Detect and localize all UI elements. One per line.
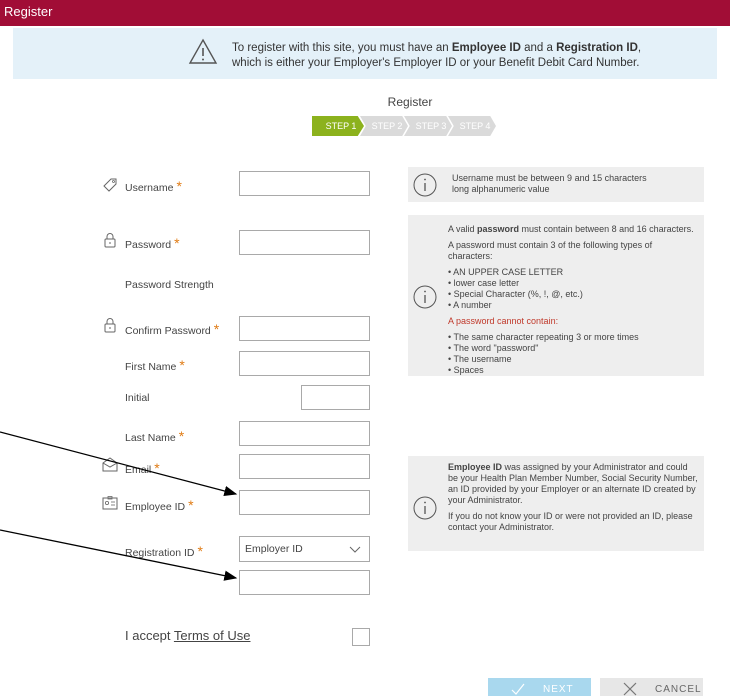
employee-id-info-box: Employee ID was assigned by your Adminis… bbox=[408, 456, 704, 551]
username-info-text: Username must be between 9 and 15 charac… bbox=[452, 173, 647, 194]
initial-input[interactable] bbox=[301, 385, 370, 410]
lock-icon bbox=[104, 233, 116, 248]
info-icon bbox=[413, 285, 437, 309]
checkmark-icon bbox=[511, 683, 525, 695]
info-icon bbox=[413, 496, 437, 520]
confirm-password-label: Confirm Password * bbox=[125, 321, 220, 337]
title-bar: Register bbox=[0, 0, 730, 26]
envelope-icon bbox=[102, 457, 118, 472]
tag-icon bbox=[103, 178, 117, 192]
password-rules: A valid password must contain between 8 … bbox=[448, 224, 698, 381]
list-item: A number bbox=[448, 300, 698, 311]
list-item: AN UPPER CASE LETTER bbox=[448, 267, 698, 278]
terms-of-use-link[interactable]: Terms of Use bbox=[174, 628, 251, 643]
lock-icon bbox=[104, 318, 116, 333]
last-name-input[interactable] bbox=[239, 421, 370, 446]
password-cannot-heading: A password cannot contain: bbox=[448, 316, 559, 326]
warning-icon bbox=[188, 38, 218, 64]
step-2: STEP 2 bbox=[360, 116, 408, 136]
wizard-title: Register bbox=[387, 95, 433, 109]
password-types-list: AN UPPER CASE LETTER lower case letter S… bbox=[448, 267, 698, 311]
first-name-label: First Name * bbox=[125, 357, 185, 373]
username-info-box: Username must be between 9 and 15 charac… bbox=[408, 167, 704, 202]
registration-notice: To register with this site, you must hav… bbox=[13, 28, 717, 79]
confirm-password-input[interactable] bbox=[239, 316, 370, 341]
last-name-label: Last Name * bbox=[125, 428, 185, 444]
accept-terms-checkbox[interactable] bbox=[352, 628, 370, 646]
registration-id-label: Registration ID * bbox=[125, 543, 203, 559]
email-input[interactable] bbox=[239, 454, 370, 479]
password-types-intro: A password must contain 3 of the followi… bbox=[448, 240, 653, 261]
password-label: Password * bbox=[125, 235, 180, 251]
registration-id-input[interactable] bbox=[239, 570, 370, 595]
password-input[interactable] bbox=[239, 230, 370, 255]
password-strength-label: Password Strength bbox=[125, 279, 214, 291]
list-item: The word "password" bbox=[448, 343, 698, 354]
id-card-icon bbox=[102, 496, 118, 510]
employee-id-input[interactable] bbox=[239, 490, 370, 515]
initial-label: Initial bbox=[125, 392, 150, 404]
list-item: lower case letter bbox=[448, 278, 698, 289]
step-4: STEP 4 bbox=[448, 116, 496, 136]
employee-id-info-text: Employee ID was assigned by your Adminis… bbox=[448, 462, 698, 532]
registration-id-type-select[interactable]: Employer ID bbox=[239, 536, 370, 562]
accept-terms-label: I accept Terms of Use bbox=[125, 628, 251, 643]
chevron-down-icon bbox=[349, 546, 361, 553]
password-cannot-list: The same character repeating 3 or more t… bbox=[448, 332, 698, 376]
close-icon bbox=[623, 682, 637, 696]
employee-id-label: Employee ID * bbox=[125, 497, 194, 513]
email-label: Email * bbox=[125, 460, 160, 476]
info-icon bbox=[413, 173, 437, 197]
username-label: Username * bbox=[125, 178, 182, 194]
list-item: The username bbox=[448, 354, 698, 365]
username-input[interactable] bbox=[239, 171, 370, 196]
window-title: Register bbox=[4, 4, 53, 19]
first-name-input[interactable] bbox=[239, 351, 370, 376]
list-item: The same character repeating 3 or more t… bbox=[448, 332, 698, 343]
select-value: Employer ID bbox=[245, 543, 303, 555]
notice-text: To register with this site, you must hav… bbox=[232, 42, 642, 69]
step-1: STEP 1 bbox=[312, 116, 364, 136]
list-item: Spaces bbox=[448, 365, 698, 376]
annotation-arrow-employee-id bbox=[0, 431, 238, 497]
list-item: Special Character (%, !, @, etc.) bbox=[448, 289, 698, 300]
step-3: STEP 3 bbox=[404, 116, 452, 136]
cancel-button[interactable]: CANCEL bbox=[600, 678, 703, 696]
password-info-box: A valid password must contain between 8 … bbox=[408, 215, 704, 376]
next-button[interactable]: NEXT bbox=[488, 678, 591, 696]
password-length-rule: A valid password must contain between 8 … bbox=[448, 224, 694, 234]
